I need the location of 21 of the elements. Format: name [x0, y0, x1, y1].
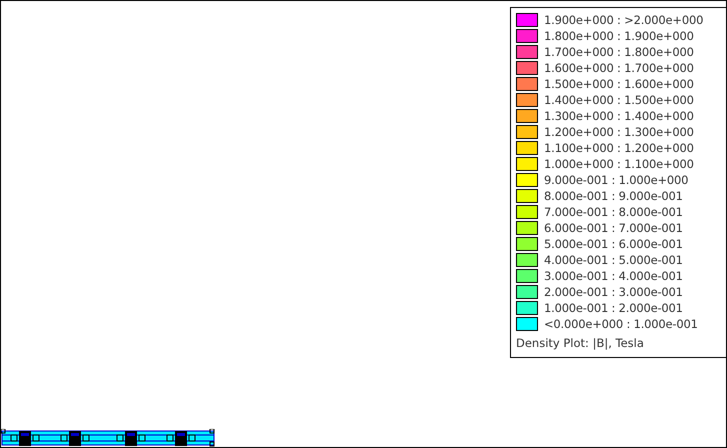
legend-label: 1.800e+000 : 1.900e+000: [544, 29, 694, 43]
legend-label: 1.000e+000 : 1.100e+000: [544, 157, 694, 171]
legend-label: 5.000e-001 : 6.000e-001: [544, 237, 683, 251]
legend-label: 4.000e-001 : 5.000e-001: [544, 253, 683, 267]
legend-label: 1.400e+000 : 1.500e+000: [544, 93, 694, 107]
legend-label: 3.000e-001 : 4.000e-001: [544, 269, 683, 283]
legend-label: 8.000e-001 : 9.000e-001: [544, 189, 683, 203]
legend-label: 6.000e-001 : 7.000e-001: [544, 221, 683, 235]
legend-label: 9.000e-001 : 1.000e+000: [544, 173, 688, 187]
legend-label: 1.000e-001 : 2.000e-001: [544, 301, 683, 315]
legend-label: <0.000e+000 : 1.000e-001: [544, 317, 698, 331]
legend-label: 1.100e+000 : 1.200e+000: [544, 141, 694, 155]
legend-label: 2.000e-001 : 3.000e-001: [544, 285, 683, 299]
legend-label: 1.500e+000 : 1.600e+000: [544, 77, 694, 91]
legend-label: 1.700e+000 : 1.800e+000: [544, 45, 694, 59]
legend-label: 7.000e-001 : 8.000e-001: [544, 205, 683, 219]
legend-label: 1.200e+000 : 1.300e+000: [544, 125, 694, 139]
legend-label: 1.600e+000 : 1.700e+000: [544, 61, 694, 75]
legend-label: 1.900e+000 : >2.000e+000: [544, 13, 704, 27]
legend-title: Density Plot: |B|, Tesla: [516, 336, 645, 350]
legend-label: 1.300e+000 : 1.400e+000: [544, 109, 694, 123]
